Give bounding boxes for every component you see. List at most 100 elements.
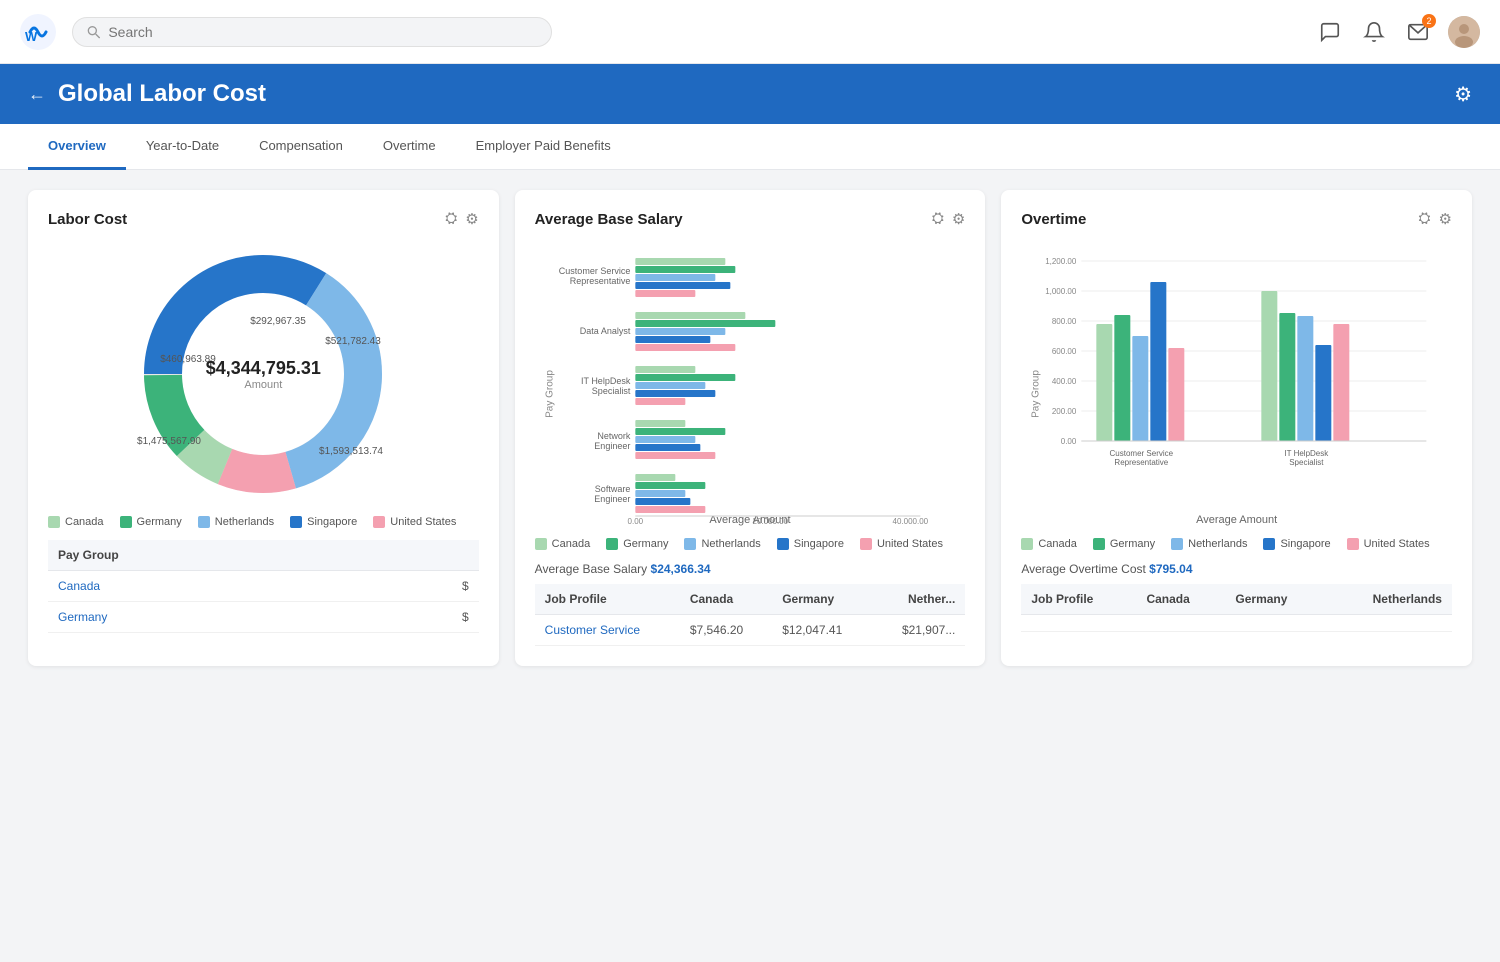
tab-overview[interactable]: Overview	[28, 124, 126, 170]
svg-text:Specialist: Specialist	[591, 386, 630, 396]
legend-canada-dot	[48, 516, 60, 528]
th-pay-group: Pay Group	[48, 540, 372, 571]
germany-value: $	[372, 602, 479, 633]
svg-text:200.00: 200.00	[1052, 407, 1077, 416]
search-bar[interactable]	[72, 17, 552, 47]
salary-legend-canada: Canada	[535, 538, 591, 550]
ot-th-netherlands: Netherlands	[1327, 584, 1452, 615]
page-header: ← Global Labor Cost ⚙	[0, 64, 1500, 124]
svg-text:20,000.00: 20,000.00	[752, 517, 788, 524]
tab-compensation[interactable]: Compensation	[239, 124, 363, 170]
donut-chart: $292,967.35 $521,782.43 $1,475,567.90 $1…	[48, 244, 479, 504]
svg-text:0.00: 0.00	[627, 517, 643, 524]
salary-table-row: Customer Service $7,546.20 $12,047.41 $2…	[535, 615, 966, 646]
ot-th-job-profile: Job Profile	[1021, 584, 1136, 615]
inbox-icon[interactable]: 2	[1404, 18, 1432, 46]
gear-card-icon[interactable]: ⚙	[465, 210, 478, 228]
ot-legend-us: United States	[1347, 538, 1430, 550]
filter-icon[interactable]: ⛭	[445, 210, 457, 228]
svg-text:Customer Service: Customer Service	[1110, 449, 1174, 458]
svg-text:600.00: 600.00	[1052, 347, 1077, 356]
legend-germany-label: Germany	[137, 516, 182, 528]
germany-link[interactable]: Germany	[58, 610, 107, 624]
salary-chart-svg: Pay Group Customer Service Representativ…	[535, 244, 966, 524]
salary-legend-netherlands: Netherlands	[684, 538, 760, 550]
ot-legend-canada: Canada	[1021, 538, 1077, 550]
legend-singapore-label: Singapore	[307, 516, 357, 528]
canada-link[interactable]: Canada	[58, 579, 100, 593]
page-title: Global Labor Cost	[58, 80, 266, 108]
legend-singapore: Singapore	[290, 516, 357, 528]
th-value	[372, 540, 479, 571]
ot-legend-netherlands: Netherlands	[1171, 538, 1247, 550]
tabs-bar: Overview Year-to-Date Compensation Overt…	[0, 124, 1500, 170]
th-canada: Canada	[680, 584, 772, 615]
main-content: Labor Cost ⛭ ⚙	[0, 170, 1500, 686]
bell-icon[interactable]	[1360, 18, 1388, 46]
labor-cost-title: Labor Cost	[48, 211, 127, 228]
gear-card-icon2[interactable]: ⚙	[952, 210, 965, 228]
salary-bar-chart: Pay Group Customer Service Representativ…	[535, 244, 966, 524]
avg-salary-card: Average Base Salary ⛭ ⚙ Pay Group Custom…	[515, 190, 986, 666]
svg-text:Specialist: Specialist	[1290, 458, 1325, 467]
gear-card-icon3[interactable]: ⚙	[1439, 210, 1452, 228]
customer-service-link[interactable]: Customer Service	[545, 623, 640, 637]
settings-icon[interactable]: ⚙	[1454, 82, 1472, 107]
overtime-header: Overtime ⛭ ⚙	[1021, 210, 1452, 228]
search-input[interactable]	[108, 24, 537, 40]
th-germany: Germany	[772, 584, 873, 615]
th-nether: Nether...	[873, 584, 965, 615]
svg-text:Representative: Representative	[569, 276, 630, 286]
legend-netherlands-label: Netherlands	[215, 516, 274, 528]
svg-text:Engineer: Engineer	[594, 441, 630, 451]
svg-text:$521,782.43: $521,782.43	[326, 336, 382, 347]
chat-icon[interactable]	[1316, 18, 1344, 46]
top-nav: W 2	[0, 0, 1500, 64]
ot-th-germany: Germany	[1225, 584, 1326, 615]
donut-amount: $4,344,795.31	[206, 358, 321, 379]
table-row: Canada $	[48, 571, 479, 602]
svg-text:$1,475,567.90: $1,475,567.90	[137, 436, 201, 447]
labor-cost-icons: ⛭ ⚙	[445, 210, 478, 228]
svg-text:400.00: 400.00	[1052, 377, 1077, 386]
filter-icon3[interactable]: ⛭	[1419, 210, 1431, 228]
svg-text:W: W	[25, 29, 38, 44]
overtime-title: Overtime	[1021, 211, 1086, 228]
table-row: Germany $	[48, 602, 479, 633]
tab-employer-paid[interactable]: Employer Paid Benefits	[456, 124, 631, 170]
avatar[interactable]	[1448, 16, 1480, 48]
legend-netherlands-dot	[198, 516, 210, 528]
legend-singapore-dot	[290, 516, 302, 528]
svg-text:Pay Group: Pay Group	[544, 370, 555, 418]
svg-text:Software: Software	[594, 484, 630, 494]
svg-text:Network: Network	[597, 431, 631, 441]
overtime-icons: ⛭ ⚙	[1419, 210, 1452, 228]
tab-ytd[interactable]: Year-to-Date	[126, 124, 239, 170]
donut-center: $4,344,795.31 Amount	[206, 358, 321, 391]
svg-text:Engineer: Engineer	[594, 494, 630, 504]
svg-text:0.00: 0.00	[1061, 437, 1077, 446]
ot-legend-singapore: Singapore	[1263, 538, 1330, 550]
svg-text:1,000.00: 1,000.00	[1046, 287, 1078, 296]
tab-overtime[interactable]: Overtime	[363, 124, 456, 170]
filter-icon2[interactable]: ⛭	[932, 210, 944, 228]
svg-text:$1,593,513.74: $1,593,513.74	[319, 446, 383, 457]
legend-us-label: United States	[390, 516, 456, 528]
svg-text:Data Analyst: Data Analyst	[579, 326, 630, 336]
workday-logo: W	[20, 14, 56, 50]
svg-text:1,200.00: 1,200.00	[1046, 257, 1078, 266]
ot-table-row	[1021, 615, 1452, 632]
svg-text:40,000.00: 40,000.00	[892, 517, 928, 524]
svg-text:Pay Group: Pay Group	[1031, 370, 1042, 418]
donut-label: Amount	[206, 379, 321, 391]
cs-nether: $21,907...	[873, 615, 965, 646]
back-button[interactable]: ←	[28, 84, 46, 105]
legend-canada: Canada	[48, 516, 104, 528]
salary-legend-singapore: Singapore	[777, 538, 844, 550]
avg-salary-stat: Average Base Salary $24,366.34	[535, 562, 966, 576]
legend-germany-dot	[120, 516, 132, 528]
avg-salary-icons: ⛭ ⚙	[932, 210, 965, 228]
overtime-chart-svg: Pay Group 1,200.00 1,000.00 800.00 600.0…	[1021, 244, 1452, 524]
overtime-card: Overtime ⛭ ⚙ Pay Group 1,200.00 1,000.00…	[1001, 190, 1472, 666]
overtime-legend: Canada Germany Netherlands Singapore Uni…	[1021, 538, 1452, 550]
